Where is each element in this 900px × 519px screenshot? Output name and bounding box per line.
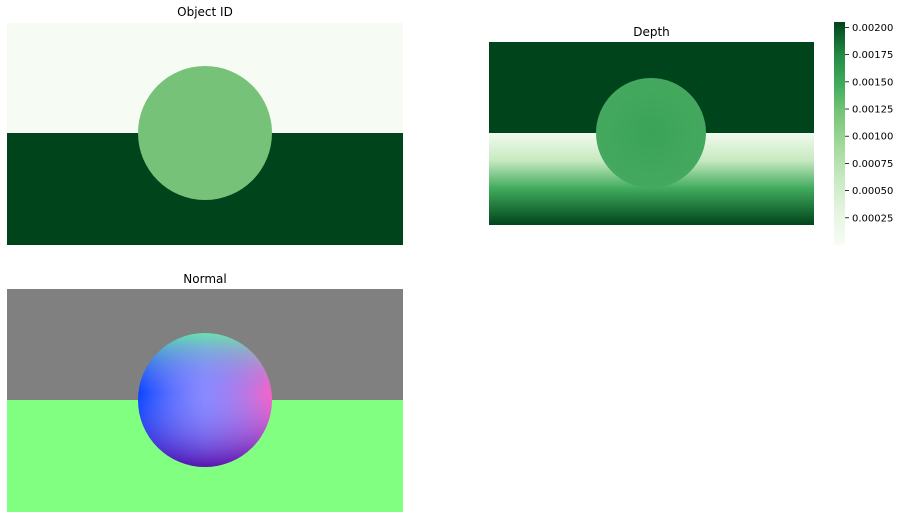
colorbar-tick-label: 0.00150 (852, 77, 893, 88)
normal-image (7, 289, 403, 512)
colorbar-gradient (834, 22, 845, 245)
colorbar-tick-label: 0.00175 (852, 50, 893, 61)
object-id-title: Object ID (177, 5, 233, 19)
normal-sphere-region (138, 333, 272, 467)
depth-heatmap (489, 42, 814, 225)
normal-image-panel (7, 289, 403, 512)
colorbar-axis: 0.00025 0.00050 0.00075 0.00100 0.00125 0.001… (834, 22, 893, 245)
colorbar-tick-label: 0.00200 (852, 23, 893, 34)
colorbar-tick-label: 0.00025 (852, 213, 893, 224)
depth-title: Depth (633, 25, 670, 39)
object-id-heatmap (7, 23, 403, 245)
depth-image (489, 42, 814, 225)
colorbar-tick-label: 0.00075 (852, 159, 893, 170)
object-id-sphere-region (138, 66, 272, 200)
object-id-image (7, 23, 403, 245)
colorbar-tick-label: 0.00125 (852, 105, 893, 116)
normal-title: Normal (183, 272, 227, 286)
colorbar-tick-label: 0.00050 (852, 186, 893, 197)
colorbar-tick-label: 0.00100 (852, 132, 893, 143)
depth-sphere-region (596, 78, 706, 188)
depth-colorbar: 0.00025 0.00050 0.00075 0.00100 0.00125 0.001… (834, 22, 900, 246)
